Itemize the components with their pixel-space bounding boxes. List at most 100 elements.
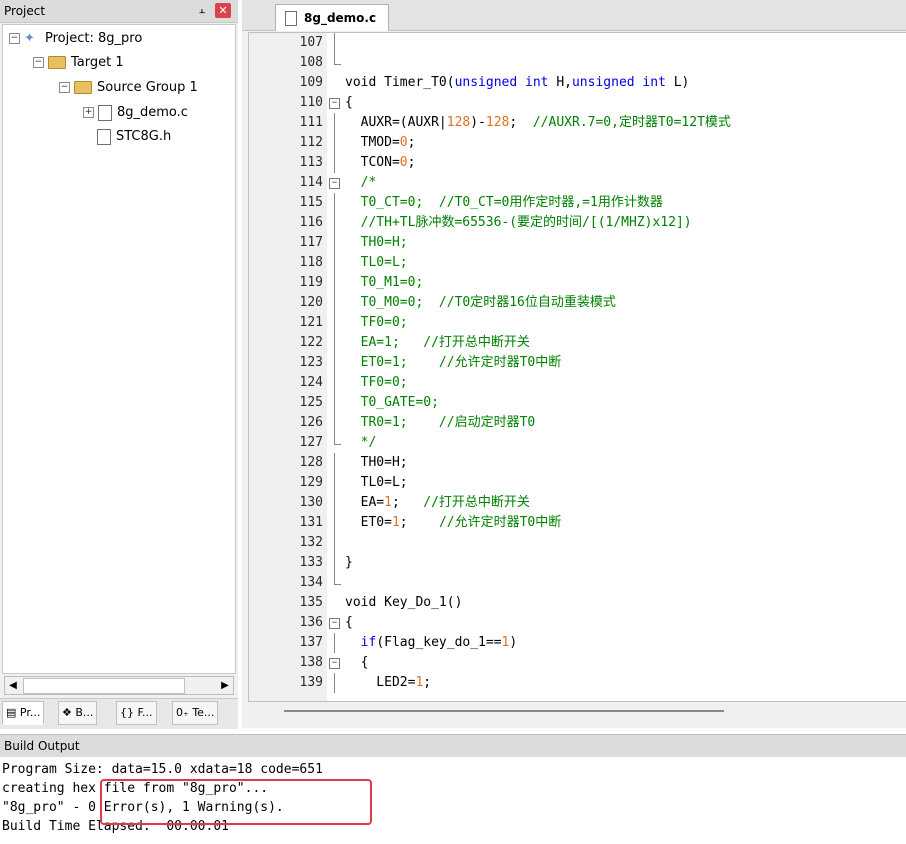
code-token: ) [509, 635, 518, 650]
code-token: EA= [345, 495, 385, 510]
code-text: T0_CT=0; //T0_CT=0用作定时器,=1用作计数器 [345, 193, 663, 213]
build-output-header: Build Output [0, 734, 906, 758]
line-number: 124 [299, 375, 323, 390]
code-token: )- [470, 115, 486, 130]
line-number: 115 [299, 195, 323, 210]
code-text: ET0=1; //允许定时器T0中断 [345, 353, 562, 373]
line-number: 108 [299, 55, 323, 70]
tree-node-source-group[interactable]: − Source Group 1 [59, 78, 198, 98]
line-number: 117 [299, 235, 323, 250]
tree-node-label: Source Group 1 [97, 80, 198, 95]
fold-toggle-icon[interactable]: − [329, 653, 340, 673]
code-text: TL0=L; [345, 473, 408, 493]
fold-guide [329, 233, 339, 253]
tree-horizontal-scrollbar[interactable]: ◀ ▶ [4, 676, 234, 695]
code-token: T0_CT=0; //T0_CT=0用作定时器,=1用作计数器 [345, 195, 663, 210]
code-token: //TH+TL脉冲数=65536-(要定的时间/[(1/MHZ)x12]) [345, 215, 692, 230]
code-token: ; [509, 115, 533, 130]
line-number: 112 [299, 135, 323, 150]
fold-guide [329, 273, 339, 293]
file-icon [285, 11, 297, 26]
scrollbar-thumb[interactable] [284, 710, 724, 712]
code-line: 125 T0_GATE=0; [249, 393, 906, 413]
code-token: 128 [485, 115, 510, 130]
project-panel-header: Project ⫠ ✕ [0, 0, 238, 23]
fold-end-guide [329, 573, 341, 593]
code-line: 134 [249, 573, 906, 593]
fold-toggle-icon[interactable]: − [329, 173, 340, 193]
fold-guide [329, 673, 339, 693]
project-tab-icon: ▤ [6, 706, 17, 719]
fold-guide [329, 253, 339, 273]
code-text: ET0=1; //允许定时器T0中断 [345, 513, 562, 533]
collapse-icon[interactable]: − [9, 33, 20, 44]
build-output-line: Program Size: data=15.0 xdata=18 code=65… [2, 762, 323, 777]
file-icon [97, 128, 111, 145]
expand-icon[interactable]: + [83, 107, 94, 118]
editor-horizontal-scrollbar[interactable] [248, 702, 906, 724]
code-token: ; [407, 155, 416, 170]
tree-node-file-demo[interactable]: +8g_demo.c [83, 103, 188, 123]
code-token: unsigned int [571, 75, 666, 90]
code-text: TH0=H; [345, 453, 408, 473]
code-line: 132 [249, 533, 906, 553]
code-line: 116 //TH+TL脉冲数=65536-(要定的时间/[(1/MHZ)x12]… [249, 213, 906, 233]
fold-toggle-icon[interactable]: − [329, 613, 340, 633]
collapse-icon[interactable]: − [59, 82, 70, 93]
fold-guide [329, 293, 339, 313]
scrollbar-thumb[interactable] [23, 678, 185, 694]
line-number: 137 [299, 635, 323, 650]
code-line: 119 T0_M1=0; [249, 273, 906, 293]
line-number: 131 [299, 515, 323, 530]
line-number: 136 [299, 615, 323, 630]
line-number: 119 [299, 275, 323, 290]
collapse-icon[interactable]: − [33, 57, 44, 68]
code-token: 1 [391, 515, 400, 530]
line-number: 132 [299, 535, 323, 550]
folder-icon [74, 81, 92, 94]
line-number: 126 [299, 415, 323, 430]
tab-functions[interactable]: {} F... [116, 701, 157, 725]
code-editor[interactable]: 107 108 109 void Timer_T0(unsigned int H,un… [248, 32, 906, 702]
scroll-left-icon[interactable]: ◀ [5, 677, 21, 694]
functions-tab-icon: {} [120, 706, 134, 719]
editor-tab-bar: 8g_demo.c [242, 0, 906, 31]
tree-node-target[interactable]: − Target 1 [33, 53, 124, 73]
code-line: 130 EA=1; //打开总中断开关 [249, 493, 906, 513]
code-token: TL0=L; [345, 255, 408, 270]
code-token: 128 [446, 115, 471, 130]
code-token: { [345, 615, 353, 630]
editor-tab-8g-demo[interactable]: 8g_demo.c [275, 4, 389, 31]
close-icon[interactable]: ✕ [215, 3, 231, 18]
code-text: AUXR=(AUXR|128)-128; //AUXR.7=0,定时器T0=12… [345, 113, 731, 133]
tab-templates[interactable]: 0₊ Te... [172, 701, 219, 725]
editor-tab-label: 8g_demo.c [304, 11, 377, 25]
tree-node-file-header[interactable]: STC8G.h [97, 127, 171, 147]
code-token: //打开总中断开关 [423, 495, 530, 510]
target-folder-icon [48, 56, 66, 69]
code-token: TH0=H; [345, 455, 408, 470]
tab-books[interactable]: ❖ B... [58, 701, 98, 725]
tree-node-project[interactable]: − ✦ Project: 8g_pro [9, 29, 142, 49]
pin-icon[interactable]: ⫠ [196, 3, 208, 17]
code-text: T0_GATE=0; [345, 393, 439, 413]
code-token: AUXR=(AUXR| [345, 115, 447, 130]
code-text: TF0=0; [345, 373, 408, 393]
code-line: 137 if(Flag_key_do_1==1) [249, 633, 906, 653]
code-line: 113 TCON=0; [249, 153, 906, 173]
fold-end-guide [329, 433, 341, 453]
code-line: 120 T0_M0=0; //T0定时器16位自动重装模式 [249, 293, 906, 313]
scroll-right-icon[interactable]: ▶ [217, 677, 233, 694]
tree-node-label: 8g_demo.c [117, 105, 188, 120]
code-line: 131 ET0=1; //允许定时器T0中断 [249, 513, 906, 533]
project-panel-tabs: ▤ Pr... ❖ B... {} F... 0₊ Te... [0, 698, 238, 729]
code-token: ET0=1; //允许定时器T0中断 [345, 355, 562, 370]
code-token: TL0=L; [345, 475, 408, 490]
fold-guide [329, 133, 339, 153]
project-tree: − ✦ Project: 8g_pro − Target 1 − Source Grou… [2, 24, 236, 674]
code-token: 0 [399, 135, 408, 150]
code-line: 138− { [249, 653, 906, 673]
fold-toggle-icon[interactable]: − [329, 93, 340, 113]
tab-project[interactable]: ▤ Pr... [2, 701, 45, 725]
